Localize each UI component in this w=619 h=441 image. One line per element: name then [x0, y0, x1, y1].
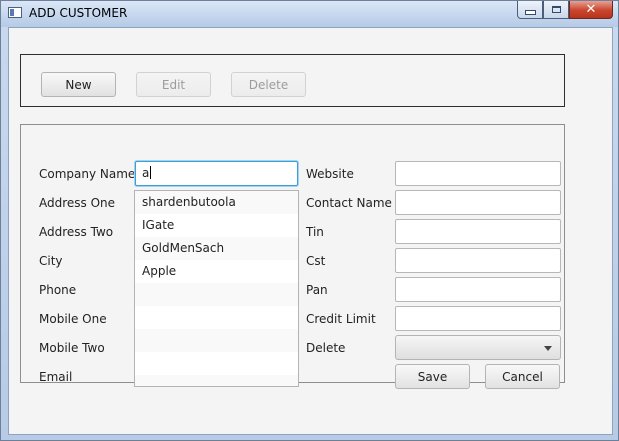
close-icon: ✕	[585, 2, 597, 17]
close-button[interactable]: ✕	[569, 1, 613, 19]
add-customer-window: ADD CUSTOMER ✕ New Edit Delete Company N…	[0, 0, 619, 441]
website-label: Website	[306, 167, 354, 181]
minimize-button[interactable]	[517, 1, 543, 19]
app-icon	[8, 7, 22, 18]
minimize-icon	[524, 10, 536, 15]
maximize-button[interactable]	[543, 1, 569, 19]
mobile-one-label: Mobile One	[39, 312, 107, 326]
suggestion-item[interactable]: GoldMenSach	[135, 237, 298, 260]
save-button[interactable]: Save	[395, 364, 470, 389]
suggestion-item[interactable]	[135, 306, 298, 329]
company-name-input[interactable]: a	[135, 161, 298, 186]
cst-label: Cst	[306, 254, 326, 268]
toolbar-panel: New Edit Delete	[20, 54, 565, 107]
new-button[interactable]: New	[41, 72, 116, 97]
text-caret	[150, 166, 152, 179]
suggestion-item[interactable]	[135, 329, 298, 352]
mobile-two-label: Mobile Two	[39, 341, 105, 355]
delete-dropdown[interactable]	[395, 335, 561, 360]
pan-input[interactable]	[395, 277, 561, 302]
email-label: Email	[39, 370, 73, 384]
suggestion-item[interactable]: IGate	[135, 214, 298, 237]
chevron-down-icon	[544, 346, 552, 351]
phone-label: Phone	[39, 283, 77, 297]
address-one-label: Address One	[39, 196, 116, 210]
cancel-button[interactable]: Cancel	[485, 364, 560, 389]
suggestion-item[interactable]	[135, 283, 298, 306]
edit-button[interactable]: Edit	[136, 72, 211, 97]
pan-label: Pan	[306, 283, 328, 297]
city-label: City	[39, 254, 63, 268]
title-bar[interactable]: ADD CUSTOMER ✕	[1, 1, 618, 27]
company-name-value: a	[142, 166, 150, 180]
suggestion-item[interactable]	[135, 352, 298, 375]
contact-name-label: Contact Name	[306, 196, 392, 210]
delete-button[interactable]: Delete	[231, 72, 306, 97]
website-input[interactable]	[395, 161, 561, 186]
maximize-icon	[551, 6, 561, 13]
contact-name-input[interactable]	[395, 190, 561, 215]
tin-input[interactable]	[395, 219, 561, 244]
autocomplete-popup: shardenbutoola IGate GoldMenSach Apple	[134, 190, 299, 387]
credit-limit-label: Credit Limit	[306, 312, 376, 326]
address-two-label: Address Two	[39, 225, 114, 239]
window-title: ADD CUSTOMER	[29, 6, 128, 20]
cst-input[interactable]	[395, 248, 561, 273]
company-name-label: Company Name	[39, 167, 136, 181]
tin-label: Tin	[306, 225, 324, 239]
delete-label: Delete	[306, 341, 346, 355]
suggestion-item[interactable]: Apple	[135, 260, 298, 283]
credit-limit-input[interactable]	[395, 306, 561, 331]
suggestion-item[interactable]	[135, 375, 298, 386]
suggestion-item[interactable]: shardenbutoola	[135, 191, 298, 214]
